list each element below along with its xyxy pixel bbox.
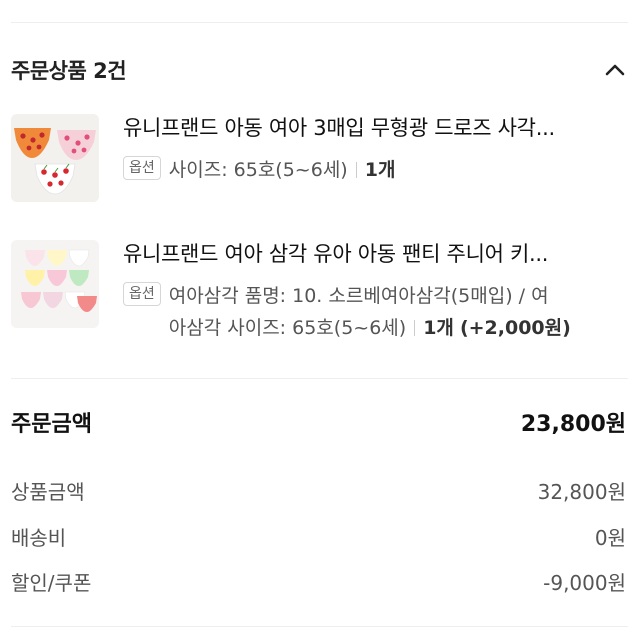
product-amount-value: 32,800원 bbox=[537, 480, 626, 504]
section-divider bbox=[11, 378, 628, 379]
order-total-row: 주문금액 23,800원 bbox=[11, 406, 626, 438]
order-item[interactable]: 유니프랜드 아동 여아 3매입 무형광 드로즈 사각... 옵션 사이즈: 65… bbox=[11, 114, 628, 202]
option-badge: 옵션 bbox=[123, 282, 161, 306]
quantity: 1개 bbox=[364, 159, 396, 181]
separator bbox=[414, 320, 416, 336]
product-amount-row: 상품금액 32,800원 bbox=[11, 476, 626, 505]
extra-price: (+2,000원) bbox=[459, 317, 571, 339]
product-thumbnail[interactable] bbox=[11, 240, 99, 328]
discount-label: 할인/쿠폰 bbox=[11, 571, 92, 595]
product-amount-label: 상품금액 bbox=[11, 480, 85, 504]
option-text: 여아삼각 품명: 10. 소르베여아삼각(5매입) / 여아삼각 사이즈: 65… bbox=[169, 280, 571, 344]
product-name[interactable]: 유니프랜드 아동 여아 3매입 무형광 드로즈 사각... bbox=[123, 114, 628, 142]
order-items-title: 주문상품 2건 bbox=[11, 59, 127, 83]
top-divider bbox=[11, 22, 628, 23]
order-items-header[interactable]: 주문상품 2건 bbox=[11, 48, 628, 92]
order-total-label: 주문금액 bbox=[11, 412, 92, 437]
shipping-fee-label: 배송비 bbox=[11, 526, 67, 550]
option-detail: 사이즈: 65호(5~6세) bbox=[168, 159, 348, 181]
order-item[interactable]: 유니프랜드 여아 삼각 유아 아동 팬티 주니어 키... 옵션 여아삼각 품명… bbox=[11, 240, 628, 344]
option-badge: 옵션 bbox=[123, 156, 161, 180]
chevron-up-icon[interactable] bbox=[602, 57, 628, 83]
option-detail-line2: 아삼각 사이즈: 65호(5~6세) bbox=[168, 317, 407, 339]
shipping-fee-value: 0원 bbox=[594, 526, 626, 550]
discount-row: 할인/쿠폰 -9,000원 bbox=[11, 567, 626, 596]
separator bbox=[355, 162, 357, 178]
shipping-fee-row: 배송비 0원 bbox=[11, 522, 626, 551]
order-total-value: 23,800원 bbox=[520, 412, 626, 437]
quantity: 1개 bbox=[423, 317, 454, 339]
product-thumbnail[interactable] bbox=[11, 114, 99, 202]
option-text: 사이즈: 65호(5~6세) 1개 bbox=[169, 154, 396, 186]
option-detail-line1: 여아삼각 품명: 10. 소르베여아삼각(5매입) / 여 bbox=[168, 285, 549, 307]
discount-value: -9,000원 bbox=[543, 571, 626, 595]
bottom-divider bbox=[11, 626, 628, 627]
product-name[interactable]: 유니프랜드 여아 삼각 유아 아동 팬티 주니어 키... bbox=[123, 240, 628, 268]
